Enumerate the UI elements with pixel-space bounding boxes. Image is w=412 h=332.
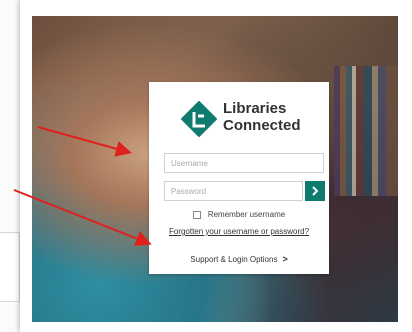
chevron-right-icon: > [282,254,288,264]
remember-username-checkbox[interactable] [192,210,201,219]
forgot-credentials-link[interactable]: Forgotten your username or password? [149,227,329,236]
support-login-options-label: Support & Login Options [190,255,278,264]
login-card: Libraries Connected Remember username Fo… [149,82,329,274]
bookshelf [334,66,398,196]
logo: Libraries Connected [181,99,311,139]
logo-line-1: Libraries [223,100,287,117]
login-submit-button[interactable] [305,181,325,201]
logo-text: Libraries Connected [223,100,301,134]
background-card [0,232,20,302]
libraries-connected-logo-icon [181,101,217,137]
remember-username-row[interactable]: Remember username [149,210,329,219]
support-login-options-link[interactable]: Support & Login Options > [149,254,329,264]
chevron-right-icon [312,186,319,196]
remember-username-label: Remember username [207,210,286,219]
username-input[interactable] [164,153,324,173]
screenshot-frame: Libraries Connected Remember username Fo… [20,0,412,332]
background-photo: Libraries Connected Remember username Fo… [32,16,398,322]
password-input[interactable] [164,181,303,201]
logo-line-2: Connected [223,117,301,134]
